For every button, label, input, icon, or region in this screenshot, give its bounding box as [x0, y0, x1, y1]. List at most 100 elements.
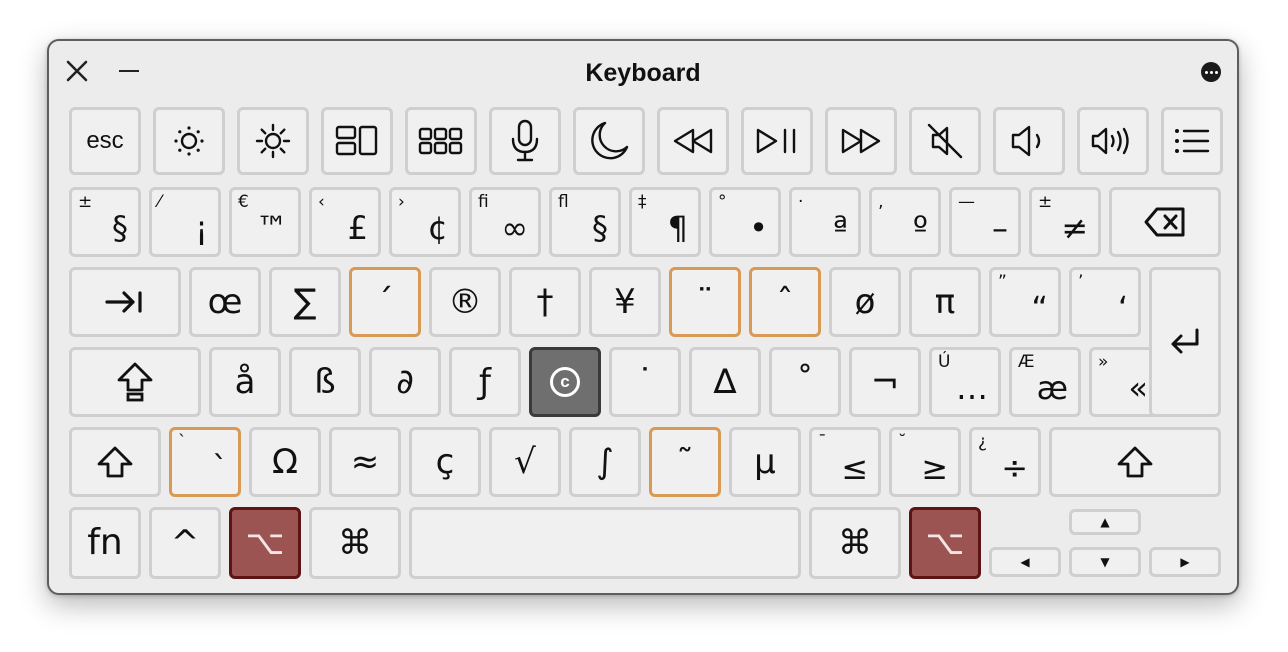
key-launchpad[interactable] [405, 107, 477, 175]
key-number-4[interactable]: › ¢ [389, 187, 461, 257]
key-home-11[interactable]: Ææ [1009, 347, 1081, 417]
key-bottom-9[interactable]: ¯ ≤ [809, 427, 881, 497]
key-top-6[interactable]: ¥ [589, 267, 661, 337]
key-top-10[interactable]: π [909, 267, 981, 337]
key-modifier-6[interactable]: ⌥ [909, 507, 981, 579]
key-bottom-7[interactable]: ˜ [649, 427, 721, 497]
key-home-2[interactable]: ß [289, 347, 361, 417]
key-mute[interactable] [909, 107, 981, 175]
key-caps-lock[interactable] [69, 347, 201, 417]
key-label: … [956, 369, 988, 407]
key-number-8[interactable]: ° • [709, 187, 781, 257]
key-home-10[interactable]: Ú… [929, 347, 1001, 417]
alt-glyph-label: ” [998, 272, 1007, 292]
key-arrow-up[interactable]: ▲ [1069, 509, 1141, 535]
key-rewind[interactable] [657, 107, 729, 175]
key-modifier-1[interactable]: ^ [149, 507, 221, 579]
key-label: √ [514, 442, 536, 482]
key-top-3[interactable]: ´ [349, 267, 421, 337]
key-label: ¨ [696, 282, 714, 322]
key-bottom-4[interactable]: ç [409, 427, 481, 497]
key-top-9[interactable]: ø [829, 267, 901, 337]
key-top-4[interactable]: ® [429, 267, 501, 337]
key-number-10[interactable]: ‚ º [869, 187, 941, 257]
key-top-8[interactable]: ˆ [749, 267, 821, 337]
key-top-11[interactable]: ” “ [989, 267, 1061, 337]
alt-glyph-label: ‚ [878, 192, 884, 212]
key-label: – [992, 209, 1008, 247]
window-title: Keyboard [585, 59, 701, 87]
key-label: ¢ [427, 209, 448, 247]
key-label: ˚ [796, 362, 814, 402]
key-brightness-down[interactable] [153, 107, 225, 175]
key-modifier-5[interactable]: ⌘ [809, 507, 901, 579]
key-number-5[interactable]: ﬁ ∞ [469, 187, 541, 257]
key-number-7[interactable]: ‡ ¶ [629, 187, 701, 257]
key-brightness-up[interactable] [237, 107, 309, 175]
key-bottom-6[interactable]: ∫ [569, 427, 641, 497]
key-home-3[interactable]: ∂ [369, 347, 441, 417]
key-top-2[interactable]: ∑ [269, 267, 341, 337]
alt-glyph-label: · [798, 192, 804, 212]
key-number-9[interactable]: · ª [789, 187, 861, 257]
alt-glyph-label: ¿ [978, 432, 988, 452]
key-tab[interactable] [69, 267, 181, 337]
key-do-not-disturb-moon[interactable] [573, 107, 645, 175]
key-label: ≤ [841, 449, 868, 487]
key-number-1[interactable]: ⁄ ¡ [149, 187, 221, 257]
key-home-7[interactable]: ∆ [689, 347, 761, 417]
key-number-2[interactable]: € ™ [229, 187, 301, 257]
key-top-7[interactable]: ¨ [669, 267, 741, 337]
key-home-1[interactable]: å [209, 347, 281, 417]
key-play-pause[interactable] [741, 107, 813, 175]
key-label: ¶ [667, 209, 688, 247]
key-volume-up[interactable] [1077, 107, 1149, 175]
key-label: ≈ [350, 442, 380, 482]
key-mission-control[interactable] [321, 107, 393, 175]
key-number-12[interactable]: ± ≠ [1029, 187, 1101, 257]
key-bottom-3[interactable]: ≈ [329, 427, 401, 497]
key-top-1[interactable]: œ [189, 267, 261, 337]
key-home-4[interactable]: ƒ [449, 347, 521, 417]
key-number-3[interactable]: ‹ £ [309, 187, 381, 257]
key-label: ß [314, 362, 336, 402]
key-bottom-10[interactable]: ˘ ≥ [889, 427, 961, 497]
key-bottom-1[interactable]: ` ` [169, 427, 241, 497]
key-home-5[interactable]: ©c [529, 347, 601, 417]
key-label: ® [448, 282, 482, 322]
key-home-6[interactable]: ˙ [609, 347, 681, 417]
key-list[interactable] [1161, 107, 1223, 175]
key-bottom-2[interactable]: Ω [249, 427, 321, 497]
alt-glyph-label: — [958, 192, 975, 212]
key-shift[interactable] [69, 427, 161, 497]
key-modifier-0[interactable]: fn [69, 507, 141, 579]
key-number-11[interactable]: — – [949, 187, 1021, 257]
key-label: • [749, 209, 768, 247]
key-top-5[interactable]: † [509, 267, 581, 337]
key-bottom-8[interactable]: µ [729, 427, 801, 497]
key-label: ⌥ [245, 523, 285, 563]
key-bottom-11[interactable]: ¿ ÷ [969, 427, 1041, 497]
more-options-icon[interactable] [1201, 62, 1221, 82]
key-return[interactable] [1149, 267, 1221, 417]
key-arrow-down[interactable]: ▼ [1069, 547, 1141, 577]
key-home-8[interactable]: ˚ [769, 347, 841, 417]
key-number-0[interactable]: ± § [69, 187, 141, 257]
key-bottom-5[interactable]: √ [489, 427, 561, 497]
key-function-0[interactable]: esc [69, 107, 141, 175]
key-delete[interactable] [1109, 187, 1221, 257]
key-fast-forward[interactable] [825, 107, 897, 175]
key-modifier-2[interactable]: ⌥ [229, 507, 301, 579]
alt-glyph-label: ° [718, 192, 727, 212]
key-number-6[interactable]: ﬂ § [549, 187, 621, 257]
key-top-12[interactable]: ’ ‘ [1069, 267, 1141, 337]
key-label: ƒ [479, 362, 491, 402]
key-volume-down[interactable] [993, 107, 1065, 175]
key-modifier-3[interactable]: ⌘ [309, 507, 401, 579]
key-home-9[interactable]: ¬ [849, 347, 921, 417]
key-shift[interactable] [1049, 427, 1221, 497]
key-arrow-left[interactable]: ◀ [989, 547, 1061, 577]
key-microphone[interactable] [489, 107, 561, 175]
key-space[interactable] [409, 507, 801, 579]
key-arrow-right[interactable]: ▶ [1149, 547, 1221, 577]
